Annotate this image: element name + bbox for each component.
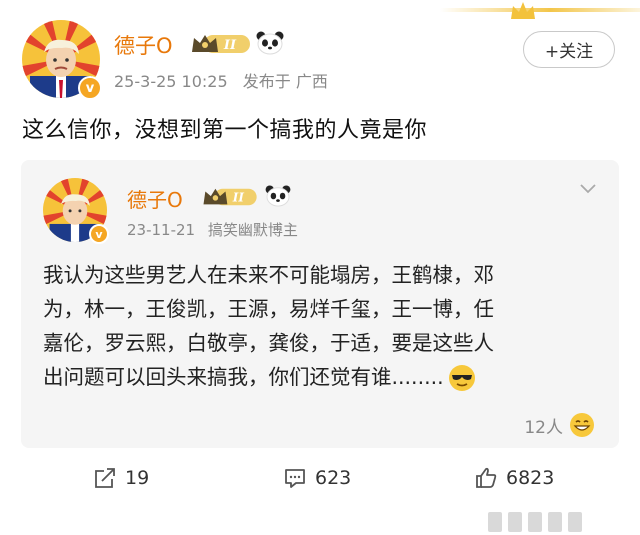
share-icon [95, 468, 115, 488]
post-date: 25-3-25 10:25 [114, 72, 228, 91]
comment-button[interactable]: 623 [283, 466, 351, 490]
action-bar: 19 623 6823 [0, 466, 640, 506]
vip-level: II [223, 38, 237, 53]
comment-icon [285, 469, 305, 488]
quoted-text: 我认为这些男艺人在未来不可能塌房，王鹤棣，邓 为，林一，王俊凯，王源，易烊千玺，… [43, 258, 599, 394]
share-button[interactable]: 19 [93, 466, 149, 490]
share-count: 19 [125, 467, 150, 489]
quoted-post[interactable]: v 德子O II 23-11-21 搞笑幽默博主 我认为这些男艺人在未来不可能塌… [21, 160, 619, 448]
quoted-vip-badge-icon: II [203, 188, 257, 206]
quoted-vip-level: II [232, 191, 245, 205]
weibo-post: v 德子O II 25-3-25 10:25 发布于 广西 +关注 这么信你，没… [0, 0, 640, 535]
quoted-text-line: 为，林一，王俊凯，王源，易烊千玺，王一博，任 [43, 297, 494, 321]
quoted-verified-icon: v [89, 224, 109, 244]
quoted-author-name[interactable]: 德子O [127, 184, 183, 213]
follow-label: +关注 [544, 42, 594, 62]
post-meta: 25-3-25 10:25 发布于 广西 [114, 68, 328, 92]
verified-icon: v [78, 76, 102, 100]
like-button[interactable]: 6823 [474, 466, 554, 490]
quoted-text-line: 我认为这些男艺人在未来不可能塌房，王鹤棣，邓 [43, 263, 494, 287]
avatar[interactable]: v [22, 20, 102, 100]
post-text: 这么信你，没想到第一个搞我的人竟是你 [22, 118, 428, 143]
quoted-text-line: 出问题可以回头来搞我，你们还觉有谁........ [43, 365, 444, 389]
panda-icon [256, 31, 284, 55]
quoted-meta: 23-11-21 搞笑幽默博主 [127, 219, 298, 240]
laugh-emoji-icon [570, 413, 594, 437]
follow-button[interactable]: +关注 [523, 31, 615, 68]
like-icon [476, 467, 497, 488]
quoted-date: 23-11-21 [127, 221, 196, 239]
quoted-text-line: 嘉伦，罗云熙，白敬亭，龚俊，于适，要是这些人 [43, 331, 494, 355]
quoted-avatar[interactable]: v [43, 178, 109, 244]
like-count: 6823 [506, 467, 555, 489]
author-name[interactable]: 德子O [114, 30, 173, 60]
quoted-likes[interactable]: 12人 [524, 412, 595, 438]
quoted-tag: 搞笑幽默博主 [207, 221, 298, 239]
quoted-likes-text: 12人 [524, 417, 563, 438]
quoted-panda-icon [265, 185, 291, 207]
sunglasses-emoji-icon [448, 365, 475, 391]
faded-icon-strip [488, 512, 582, 532]
comment-count: 623 [315, 467, 352, 489]
vip-badge-icon: II [192, 35, 250, 53]
chevron-down-icon[interactable] [579, 182, 597, 196]
post-source: 发布于 广西 [242, 72, 328, 91]
